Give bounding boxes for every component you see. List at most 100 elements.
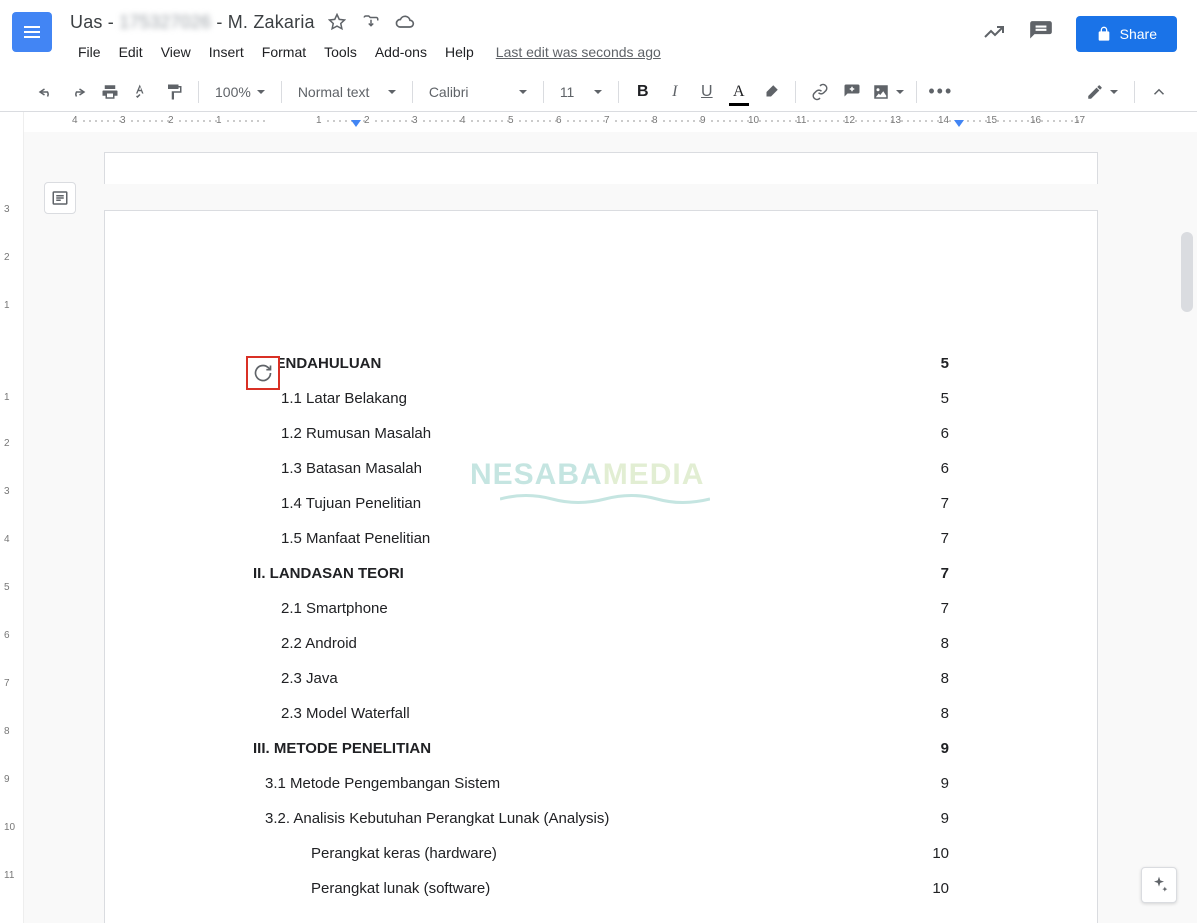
menu-view[interactable]: View: [153, 40, 199, 64]
editor-area: 3211234567891011 43211234567891011121314…: [0, 112, 1197, 923]
print-button[interactable]: [96, 78, 124, 106]
separator: [916, 81, 917, 103]
toc-row[interactable]: Perangkat keras (hardware)10: [253, 843, 949, 864]
menu-help[interactable]: Help: [437, 40, 482, 64]
comments-icon[interactable]: [1028, 19, 1054, 50]
ruler-h-tick: 3: [412, 115, 418, 126]
fontsize-select[interactable]: 11: [554, 80, 608, 104]
undo-button[interactable]: [32, 78, 60, 106]
ruler-h-tick: 4: [72, 115, 78, 126]
collapse-toolbar-button[interactable]: [1145, 78, 1173, 106]
toc-page: 10: [932, 878, 949, 899]
toc-page: 8: [941, 668, 949, 689]
document-page[interactable]: I. PENDAHULUAN5 1.1 Latar Belakang5 1.2 Ru…: [104, 210, 1098, 923]
menu-format[interactable]: Format: [254, 40, 314, 64]
toc-row[interactable]: 1.4 Tujuan Penelitian7: [253, 493, 949, 514]
zoom-select[interactable]: 100%: [209, 80, 271, 104]
ruler-v-tick: 3: [4, 486, 10, 497]
toc-label: 1.2 Rumusan Masalah: [281, 423, 431, 444]
toc-label: III. METODE PENELITIAN: [253, 738, 431, 759]
toc-row[interactable]: 2.2 Android8: [253, 633, 949, 654]
menu-tools[interactable]: Tools: [316, 40, 365, 64]
doc-title[interactable]: Uas - 175327026 - M. Zakaria: [70, 12, 315, 33]
ruler-v-tick: 6: [4, 630, 10, 641]
fontsize-value: 11: [560, 84, 575, 100]
toc-label: 1.3 Batasan Masalah: [281, 458, 422, 479]
ruler-h-tick: 11: [796, 115, 806, 126]
toc-label: 3.1 Metode Pengembangan Sistem: [265, 773, 500, 794]
toc-row[interactable]: 2.3 Model Waterfall 8: [253, 703, 949, 724]
toc-page: 10: [932, 843, 949, 864]
toc-row[interactable]: 3.1 Metode Pengembangan Sistem9: [253, 773, 949, 794]
move-icon[interactable]: [359, 10, 383, 34]
ruler-h-tick: 1: [316, 115, 322, 126]
underline-button[interactable]: U: [693, 78, 721, 106]
ruler-h-tick: 13: [890, 115, 901, 126]
cloud-icon[interactable]: [393, 10, 417, 34]
vertical-scrollbar[interactable]: [1181, 232, 1193, 312]
menu-insert[interactable]: Insert: [201, 40, 252, 64]
ruler-v-tick: 8: [4, 726, 10, 737]
document-page-prev[interactable]: [104, 152, 1098, 184]
toc-refresh-button[interactable]: [246, 356, 280, 390]
horizontal-ruler[interactable]: 43211234567891011121314151617: [24, 112, 1197, 132]
toc-row[interactable]: I. PENDAHULUAN5: [253, 353, 949, 374]
toc-row[interactable]: 2.3 Java8: [253, 668, 949, 689]
ruler-v-tick: 9: [4, 774, 10, 785]
toc-row[interactable]: III. METODE PENELITIAN9: [253, 738, 949, 759]
toc-row[interactable]: Perangkat lunak (software)10: [253, 878, 949, 899]
toc-label: 1.4 Tujuan Penelitian: [281, 493, 421, 514]
ruler-h-tick: 15: [986, 115, 997, 126]
ruler-h-tick: 16: [1030, 115, 1041, 126]
font-select[interactable]: Calibri: [423, 80, 533, 104]
toc-row[interactable]: 1.5 Manfaat Penelitian7: [253, 528, 949, 549]
text-color-button[interactable]: A: [725, 78, 753, 106]
spellcheck-button[interactable]: [128, 78, 156, 106]
toc-label: 3.2. Analisis Kebutuhan Perangkat Lunak …: [265, 808, 609, 829]
menu-edit[interactable]: Edit: [111, 40, 151, 64]
ruler-v-tick: 2: [4, 438, 10, 449]
refresh-icon: [253, 363, 273, 383]
bold-button[interactable]: B: [629, 78, 657, 106]
image-icon: [872, 83, 890, 101]
menu-add-ons[interactable]: Add-ons: [367, 40, 435, 64]
toc-page: 5: [941, 388, 949, 409]
redo-button[interactable]: [64, 78, 92, 106]
toc-page: 9: [941, 808, 949, 829]
menu-file[interactable]: File: [70, 40, 109, 64]
toc-page: 7: [941, 528, 949, 549]
paint-format-button[interactable]: [160, 78, 188, 106]
toc-row[interactable]: 1.1 Latar Belakang5: [253, 388, 949, 409]
insert-link-button[interactable]: [806, 78, 834, 106]
menu-bar: FileEditViewInsertFormatToolsAdd-onsHelp…: [70, 40, 982, 64]
editing-mode-button[interactable]: [1080, 79, 1124, 105]
style-select[interactable]: Normal text: [292, 80, 402, 104]
ruler-h-tick: 6: [556, 115, 562, 126]
star-icon[interactable]: [325, 10, 349, 34]
ruler-v-tick: 11: [4, 870, 14, 881]
toc-row[interactable]: 1.3 Batasan Masalah6: [253, 458, 949, 479]
toc-label: II. LANDASAN TEORI: [253, 563, 404, 584]
insert-image-button[interactable]: [870, 81, 906, 103]
ruler-v-tick: 3: [4, 204, 10, 215]
italic-button[interactable]: I: [661, 78, 689, 106]
ruler-v-tick: 5: [4, 582, 10, 593]
separator: [412, 81, 413, 103]
toc-label: 2.3 Model Waterfall: [281, 703, 410, 724]
outline-toggle-button[interactable]: [44, 182, 76, 214]
vertical-ruler[interactable]: 3211234567891011: [0, 112, 24, 923]
more-button[interactable]: •••: [927, 78, 955, 106]
toc-page: 8: [941, 703, 949, 724]
toc-row[interactable]: 2.1 Smartphone7: [253, 598, 949, 619]
highlight-button[interactable]: [757, 78, 785, 106]
activity-icon[interactable]: [982, 20, 1006, 49]
share-button[interactable]: Share: [1076, 16, 1177, 52]
docs-logo[interactable]: [12, 12, 52, 52]
explore-button[interactable]: [1141, 867, 1177, 903]
header-actions: Share: [982, 8, 1185, 52]
toc-row[interactable]: 3.2. Analisis Kebutuhan Perangkat Lunak …: [253, 808, 949, 829]
toc-row[interactable]: II. LANDASAN TEORI7: [253, 563, 949, 584]
toc-row[interactable]: 1.2 Rumusan Masalah6: [253, 423, 949, 444]
last-edit-link[interactable]: Last edit was seconds ago: [496, 44, 661, 60]
insert-comment-button[interactable]: [838, 78, 866, 106]
